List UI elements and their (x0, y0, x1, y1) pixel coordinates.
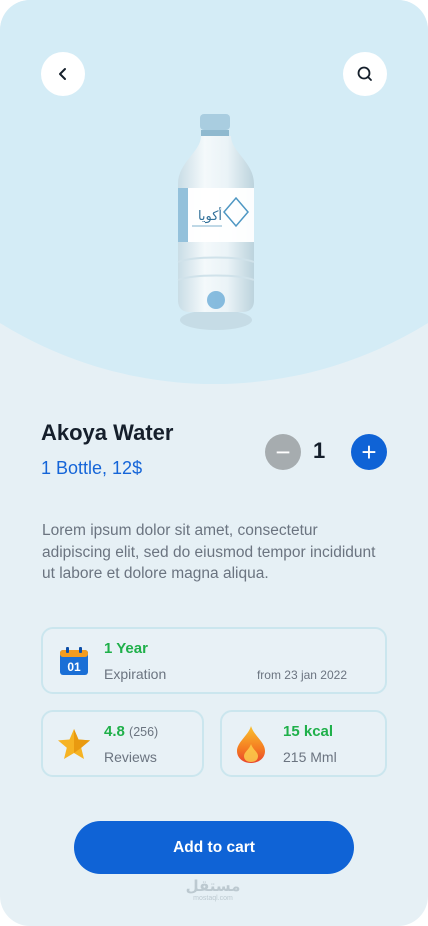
reviews-card[interactable]: 4.8 (256) Reviews (41, 710, 204, 777)
product-price: 1 Bottle, 12$ (41, 458, 143, 478)
expiration-label: Expiration (104, 666, 167, 682)
back-button[interactable] (41, 52, 85, 96)
quantity-value: 1 (313, 438, 326, 463)
calendar-icon: 01 (60, 647, 88, 675)
increase-quantity-button[interactable]: + (351, 434, 387, 470)
watermark-logo: مستقل mostaql.com (183, 876, 243, 908)
watermark-arabic: مستقل (186, 877, 241, 895)
search-button[interactable] (343, 52, 387, 96)
calories-value: 15 kcal (283, 723, 334, 740)
calories-card: 15 kcal 215 Mml (220, 710, 387, 777)
star-icon (58, 729, 90, 759)
expiration-date: from 23 jan 2022 (256, 668, 347, 682)
chevron-left-icon (59, 68, 66, 80)
product-description: Lorem ipsum dolor sit amet, consectetur … (42, 522, 376, 582)
product-title: Akoya Water (41, 420, 174, 445)
add-to-cart-button[interactable]: Add to cart (74, 821, 354, 874)
flame-icon (237, 726, 265, 763)
calendar-day: 01 (67, 660, 81, 674)
expiration-value: 1 Year (104, 640, 148, 657)
expiration-card: 01 1 Year Expiration from 23 jan 2022 (41, 627, 387, 694)
product-image: أكويا (174, 112, 258, 338)
rating-value: 4.8 (104, 723, 125, 740)
product-detail-screen: أكويا Akoya Water 1 Bottle, 12$ − 1 + Lo… (0, 0, 428, 926)
volume-label: 215 Mml (283, 749, 337, 765)
reviews-label: Reviews (104, 749, 157, 765)
review-count: (256) (129, 725, 159, 739)
search-icon (357, 66, 372, 81)
bottle-label: أكويا (198, 207, 222, 224)
rating-line: 4.8 (256) (104, 723, 158, 740)
watermark-url: mostaql.com (193, 895, 233, 902)
decrease-quantity-button[interactable]: − (265, 434, 301, 470)
